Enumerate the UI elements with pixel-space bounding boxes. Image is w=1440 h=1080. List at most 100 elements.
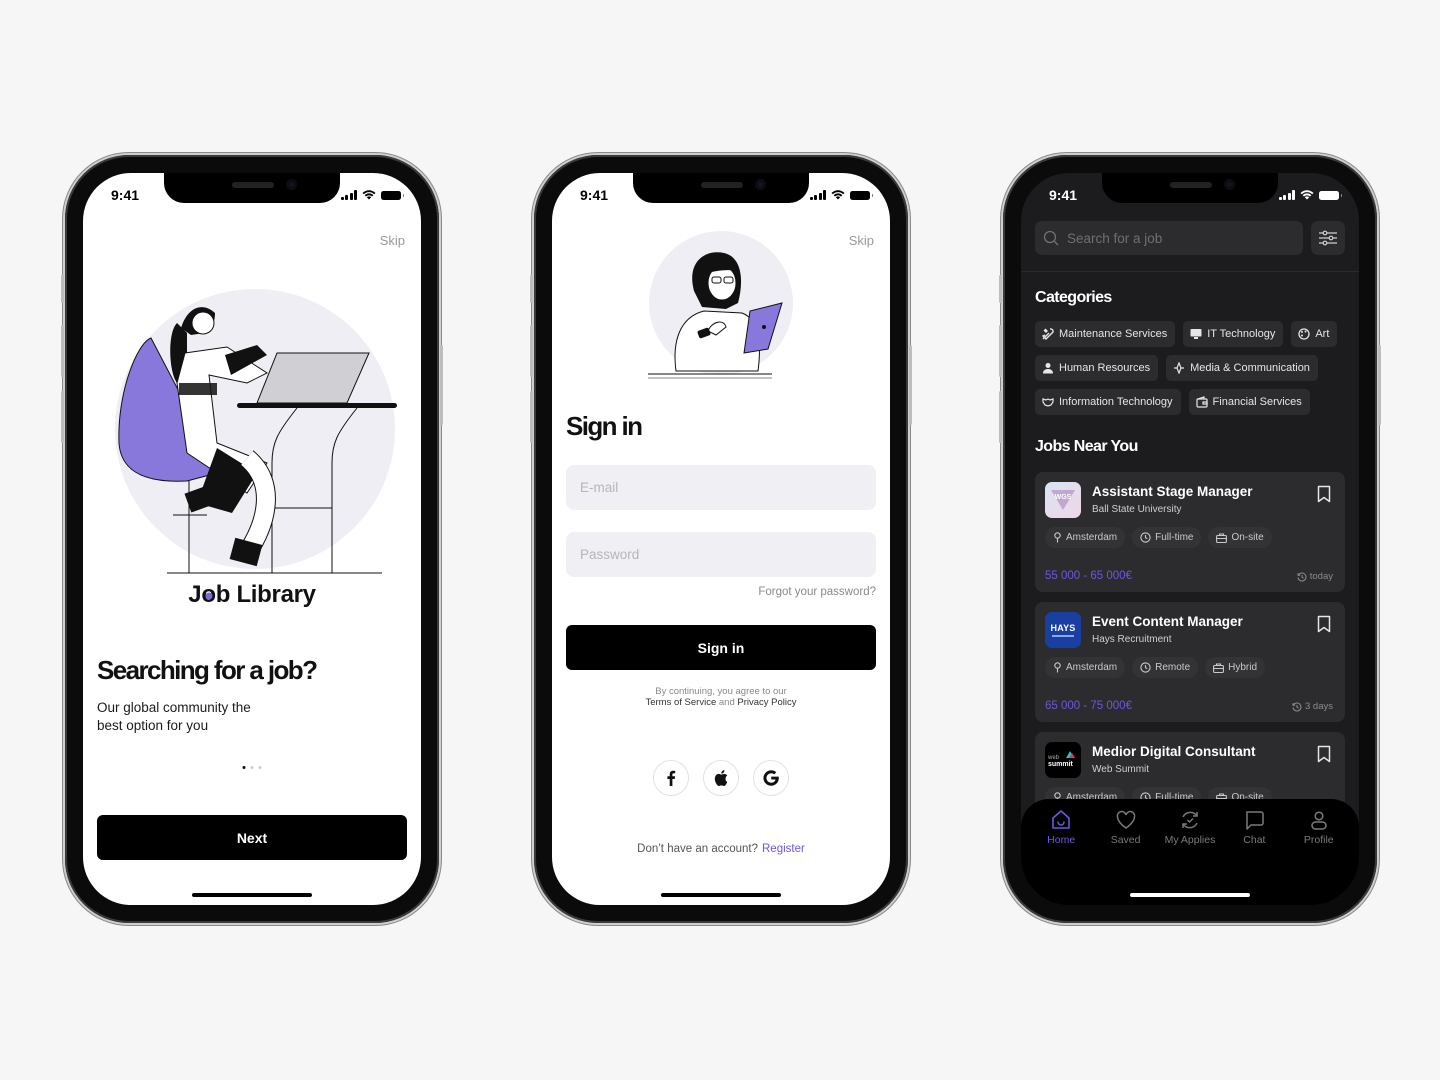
phone-onboarding: 9:41 Skip Job Library Searching for a jo… [61,155,443,923]
workplace-tag: Hybrid [1205,657,1266,678]
posted-time: today [1297,571,1333,582]
job-card[interactable]: WGS Assistant Stage Manager Ball State U… [1035,472,1345,592]
google-login-button[interactable] [753,760,789,796]
notch [633,173,809,203]
search-icon [1043,230,1059,246]
skip-link[interactable]: Skip [380,233,405,248]
apple-login-button[interactable] [703,760,739,796]
power-button [1378,345,1381,425]
register-link[interactable]: Register [762,843,805,855]
search-input[interactable]: Search for a job [1035,221,1303,255]
bookmark-icon[interactable] [1317,615,1331,633]
google-icon [763,770,779,786]
tab-saved[interactable]: Saved [1096,809,1156,846]
bookmark-icon[interactable] [1317,745,1331,763]
no-account-text: Don’t have an account? [637,843,758,855]
category-label: Information Technology [1059,396,1173,408]
bottom-tab-bar: Home Saved My Applies Chat Profile [1021,799,1359,905]
job-card[interactable]: HAYS Event Content Manager Hays Recruitm… [1035,602,1345,722]
category-chip-it-technology[interactable]: IT Technology [1183,321,1284,347]
tab-chat[interactable]: Chat [1224,809,1284,846]
history-icon [1292,702,1302,711]
cellular-signal-icon [809,190,826,200]
monitor-icon [1190,329,1202,339]
pin-icon [1054,532,1061,543]
notch [1102,173,1278,203]
volume-down-button [999,391,1002,443]
tab-label: My Applies [1164,834,1216,846]
signin-screen: 9:41 Skip Sign in Forgot your [552,173,890,905]
social-login-group [653,760,789,796]
home-icon [1052,810,1070,829]
status-time: 9:41 [111,187,140,203]
posted-time: 3 days [1292,701,1333,712]
phone-signin: 9:41 Skip Sign in Forgot your [530,155,912,923]
register-prompt: Don’t have an account? Register [552,843,890,855]
search-placeholder: Search for a job [1067,230,1163,246]
password-field[interactable] [566,532,876,577]
category-label: IT Technology [1207,328,1276,340]
category-chip-media[interactable]: Media & Communication [1166,355,1318,381]
home-screen: 9:41 Search for a job Categories Mainten… [1021,173,1359,905]
category-chip-information-technology[interactable]: Information Technology [1035,389,1181,415]
email-field[interactable] [566,465,876,510]
filter-button[interactable] [1311,221,1345,255]
volume-down-button [530,391,533,443]
mute-switch [530,275,533,303]
onboarding-headline: Searching for a job? [97,655,318,685]
phone-home: 9:41 Search for a job Categories Mainten… [999,155,1381,923]
signal-icon [1174,362,1185,374]
category-chip-financial[interactable]: Financial Services [1188,389,1310,415]
volume-up-button [530,325,533,377]
facebook-icon [667,770,676,786]
home-indicator[interactable] [661,893,781,897]
power-button [440,345,443,425]
bookmark-icon[interactable] [1317,485,1331,503]
company-name: Hays Recruitment [1092,634,1172,645]
job-tags: Amsterdam Remote Hybrid [1045,657,1266,678]
tab-home[interactable]: Home [1031,809,1091,846]
legal-line: By continuing, you agree to our [655,686,787,697]
briefcase-icon [1213,662,1225,673]
battery-icon [1319,190,1342,200]
forgot-password-link[interactable]: Forgot your password? [758,586,876,598]
tab-profile[interactable]: Profile [1289,809,1349,846]
signin-button[interactable]: Sign in [566,625,876,670]
chat-icon [1246,811,1265,830]
home-indicator[interactable] [192,893,312,897]
and-text: and [718,697,735,708]
page-dot-1[interactable] [242,766,246,769]
category-label: Financial Services [1212,396,1302,408]
skip-link[interactable]: Skip [849,233,874,248]
tab-label: Home [1047,834,1076,846]
page-indicator[interactable] [242,766,262,769]
wifi-icon [831,190,845,200]
onboarding-illustration [115,289,397,574]
home-indicator[interactable] [1130,893,1250,897]
category-chip-maintenance[interactable]: Maintenance Services [1035,321,1176,347]
privacy-link[interactable]: Privacy Policy [737,697,796,708]
wgs-logo-icon: WGS [1051,490,1075,510]
location-tag: Amsterdam [1045,657,1126,678]
jobs-near-you-title: Jobs Near You [1035,438,1138,455]
facebook-login-button[interactable] [653,760,689,796]
category-chip-art[interactable]: Art [1291,321,1338,347]
tab-label: Chat [1243,834,1266,846]
apple-icon [714,770,728,786]
clock-icon [1140,662,1151,673]
categories-title: Categories [1035,289,1112,306]
tab-label: Saved [1110,834,1141,846]
tab-my-applies[interactable]: My Applies [1160,809,1220,846]
category-chip-human-resources[interactable]: Human Resources [1035,355,1159,381]
location-tag: Amsterdam [1045,527,1126,548]
job-tags: Amsterdam Full-time On-site [1045,527,1272,548]
person-icon [1043,363,1053,374]
legal-notice: By continuing, you agree to our Terms of… [552,686,890,708]
page-dot-2[interactable] [250,766,254,769]
wallet-icon [1195,396,1208,408]
terms-link[interactable]: Terms of Service [645,697,716,708]
status-time: 9:41 [580,187,609,203]
page-dot-3[interactable] [258,766,262,769]
brand-dot-o: o [201,581,216,608]
next-button[interactable]: Next [97,815,407,860]
